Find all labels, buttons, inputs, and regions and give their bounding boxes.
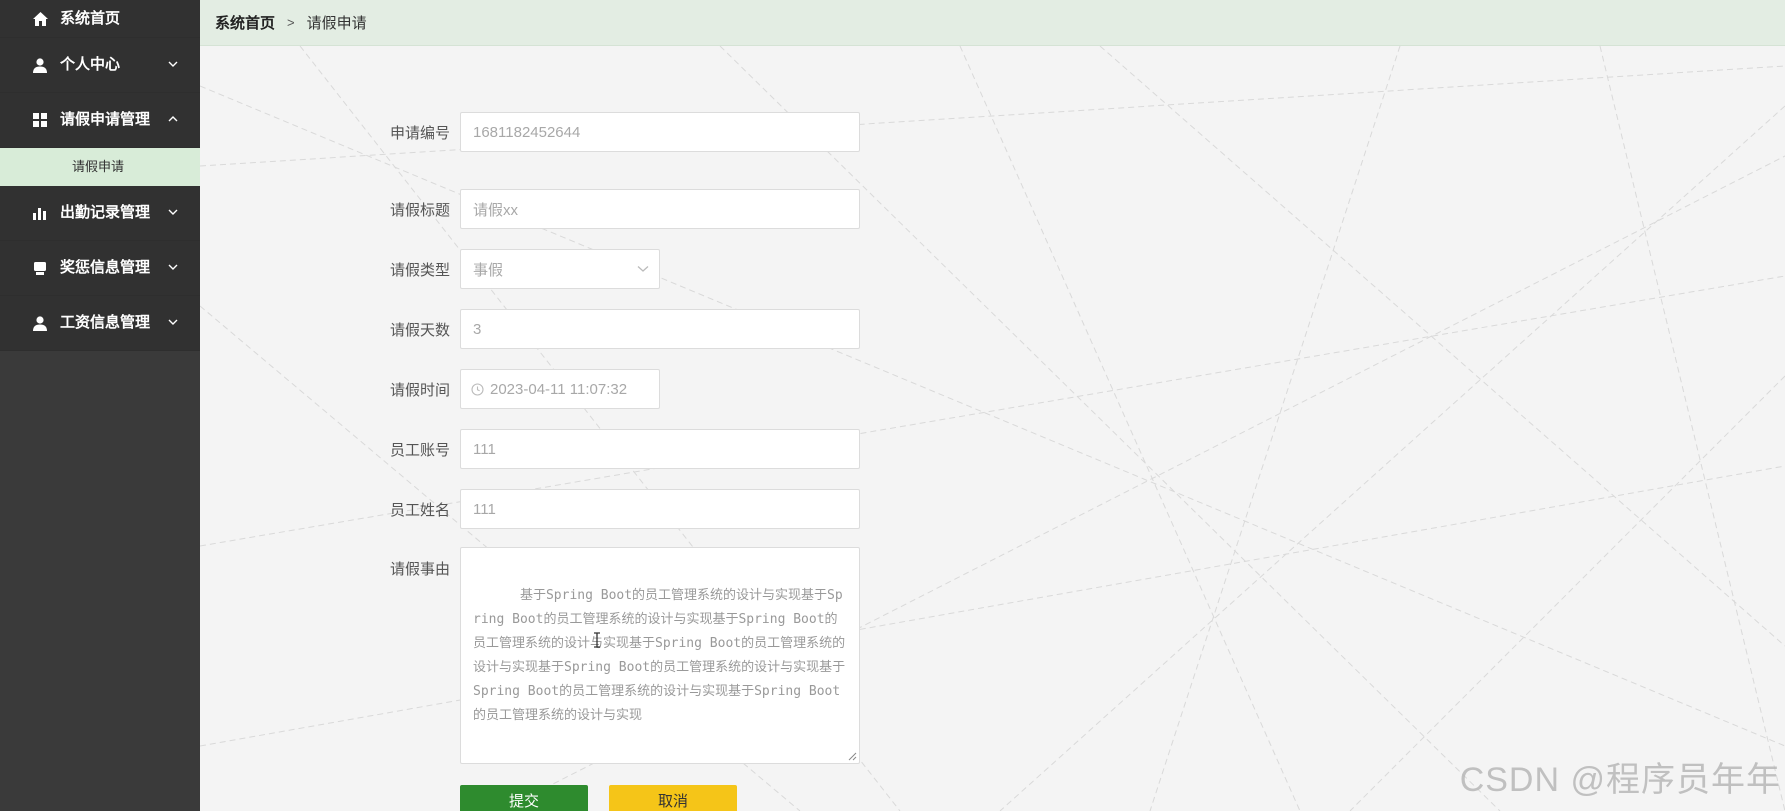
employee-account-input[interactable]: 111 bbox=[460, 429, 860, 469]
main-content: 申请编号 1681182452644 请假标题 请假xx 请假类型 事假 请假天… bbox=[200, 46, 1785, 811]
employee-name-value: 111 bbox=[473, 500, 496, 518]
leave-days-label: 请假天数 bbox=[389, 322, 450, 339]
breadcrumb: 系统首页 > 请假申请 bbox=[200, 0, 1785, 46]
employee-name-label: 员工姓名 bbox=[389, 502, 450, 519]
employee-name-input[interactable]: 111 bbox=[460, 489, 860, 529]
background-pattern bbox=[200, 46, 1785, 811]
breadcrumb-separator: > bbox=[287, 15, 295, 30]
sidebar-item-label: 工资信息管理 bbox=[60, 314, 151, 331]
bar-chart-icon bbox=[32, 205, 48, 221]
text-cursor-icon bbox=[594, 632, 600, 648]
leave-title-input[interactable]: 请假xx bbox=[460, 189, 860, 229]
leave-time-value: 2023-04-11 11:07:32 bbox=[490, 380, 628, 398]
leave-type-select[interactable]: 事假 bbox=[460, 249, 660, 289]
sidebar-item-rewards[interactable]: 奖惩信息管理 bbox=[0, 241, 200, 296]
sidebar: 系统首页 个人中心 请假申请管理 请假申请 出勤记录管理 奖惩信息管理 工资信息… bbox=[0, 0, 200, 811]
cancel-button[interactable]: 取消 bbox=[609, 785, 737, 811]
leave-days-value: 3 bbox=[473, 320, 482, 338]
sidebar-item-label: 奖惩信息管理 bbox=[60, 259, 151, 276]
user-icon bbox=[32, 57, 48, 73]
chevron-down-icon bbox=[168, 319, 178, 325]
award-icon bbox=[32, 260, 48, 276]
breadcrumb-current: 请假申请 bbox=[306, 15, 367, 32]
chevron-down-icon bbox=[637, 266, 649, 272]
chevron-down-icon bbox=[168, 264, 178, 270]
sidebar-item-label: 系统首页 bbox=[60, 9, 121, 27]
home-icon bbox=[32, 11, 48, 27]
application-no-value: 1681182452644 bbox=[473, 123, 581, 141]
sidebar-item-label: 个人中心 bbox=[60, 56, 121, 73]
leave-title-value: 请假xx bbox=[473, 201, 519, 219]
employee-account-label: 员工账号 bbox=[389, 442, 450, 459]
sidebar-item-attendance[interactable]: 出勤记录管理 bbox=[0, 186, 200, 241]
sidebar-item-profile[interactable]: 个人中心 bbox=[0, 38, 200, 93]
sidebar-item-home[interactable]: 系统首页 bbox=[0, 0, 200, 38]
watermark: CSDN @程序员年年 bbox=[1459, 761, 1781, 799]
application-no-input[interactable]: 1681182452644 bbox=[460, 112, 860, 152]
chevron-down-icon bbox=[168, 209, 178, 215]
sidebar-item-leave-management[interactable]: 请假申请管理 bbox=[0, 93, 200, 148]
submit-button[interactable]: 提交 bbox=[460, 785, 588, 811]
chevron-down-icon bbox=[168, 61, 178, 67]
user-icon bbox=[32, 315, 48, 331]
leave-title-label: 请假标题 bbox=[389, 202, 450, 219]
resize-handle-icon[interactable] bbox=[848, 752, 857, 761]
clock-icon bbox=[471, 382, 484, 396]
sidebar-item-label: 请假申请管理 bbox=[60, 111, 151, 128]
sidebar-subitem-leave-application[interactable]: 请假申请 bbox=[0, 148, 200, 186]
application-no-label: 申请编号 bbox=[389, 125, 450, 142]
leave-type-value: 事假 bbox=[473, 261, 504, 279]
sidebar-item-label: 出勤记录管理 bbox=[60, 204, 151, 221]
sidebar-item-salary[interactable]: 工资信息管理 bbox=[0, 296, 200, 351]
employee-account-value: 111 bbox=[473, 440, 496, 458]
leave-days-input[interactable]: 3 bbox=[460, 309, 860, 349]
leave-time-picker[interactable]: 2023-04-11 11:07:32 bbox=[460, 369, 660, 409]
leave-time-label: 请假时间 bbox=[389, 382, 450, 399]
leave-reason-label: 请假事由 bbox=[389, 561, 450, 578]
chevron-up-icon bbox=[168, 116, 178, 122]
leave-reason-value: 基于Spring Boot的员工管理系统的设计与实现基于Spring Boot的… bbox=[473, 588, 846, 723]
leave-reason-textarea[interactable]: 基于Spring Boot的员工管理系统的设计与实现基于Spring Boot的… bbox=[460, 547, 860, 764]
leave-type-label: 请假类型 bbox=[389, 262, 450, 279]
grid-icon bbox=[32, 112, 48, 128]
breadcrumb-home[interactable]: 系统首页 bbox=[215, 12, 275, 33]
